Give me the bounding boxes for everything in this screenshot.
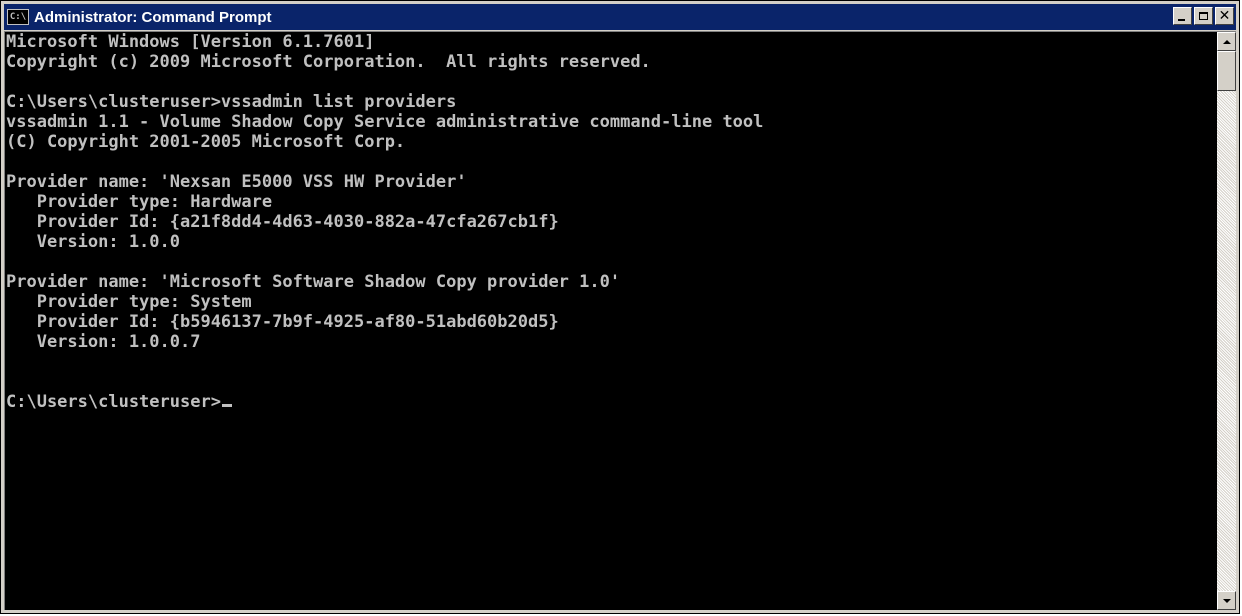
- console-line: Provider name: 'Microsoft Software Shado…: [6, 272, 621, 292]
- minimize-icon: [1178, 19, 1185, 21]
- console-line: vssadmin 1.1 - Volume Shadow Copy Servic…: [6, 112, 764, 132]
- console-line: (C) Copyright 2001-2005 Microsoft Corp.: [6, 132, 406, 152]
- title-bar[interactable]: C:\ Administrator: Command Prompt ✕: [4, 4, 1236, 30]
- maximize-button[interactable]: [1194, 7, 1213, 25]
- minimize-button[interactable]: [1173, 7, 1192, 25]
- command-prompt-window: C:\ Administrator: Command Prompt ✕ Micr…: [0, 0, 1240, 614]
- client-area: Microsoft Windows [Version 6.1.7601] Cop…: [4, 31, 1236, 610]
- scroll-down-button[interactable]: [1217, 591, 1236, 610]
- console-output[interactable]: Microsoft Windows [Version 6.1.7601] Cop…: [5, 32, 1217, 610]
- console-line: Provider type: Hardware: [6, 192, 273, 212]
- scroll-up-button[interactable]: [1217, 32, 1236, 51]
- command-prompt-line[interactable]: C:\Users\clusteruser>: [6, 392, 1217, 412]
- cmd-window-icon[interactable]: C:\: [7, 9, 29, 25]
- console-line: Provider name: 'Nexsan E5000 VSS HW Prov…: [6, 172, 467, 192]
- console-line: C:\Users\clusteruser>vssadmin list provi…: [6, 92, 457, 112]
- console-line: Version: 1.0.0: [6, 232, 180, 252]
- arrow-up-icon: [1222, 39, 1231, 44]
- close-button[interactable]: ✕: [1215, 7, 1234, 25]
- console-line: Version: 1.0.0.7: [6, 332, 201, 352]
- close-icon: ✕: [1218, 8, 1231, 24]
- window-controls: ✕: [1173, 7, 1234, 25]
- scrollbar-thumb[interactable]: [1217, 51, 1236, 91]
- console-line: Microsoft Windows [Version 6.1.7601]: [6, 32, 375, 52]
- console-line: Provider Id: {b5946137-7b9f-4925-af80-51…: [6, 312, 559, 332]
- vertical-scrollbar[interactable]: [1217, 32, 1236, 610]
- console-line: Provider Id: {a21f8dd4-4d63-4030-882a-47…: [6, 212, 559, 232]
- console-line: Copyright (c) 2009 Microsoft Corporation…: [6, 52, 651, 72]
- window-title: Administrator: Command Prompt: [34, 8, 272, 26]
- maximize-icon: [1199, 12, 1208, 20]
- prompt-text: C:\Users\clusteruser>: [6, 392, 221, 412]
- arrow-down-icon: [1222, 598, 1231, 603]
- console-line: Provider type: System: [6, 292, 252, 312]
- text-cursor: [221, 404, 232, 407]
